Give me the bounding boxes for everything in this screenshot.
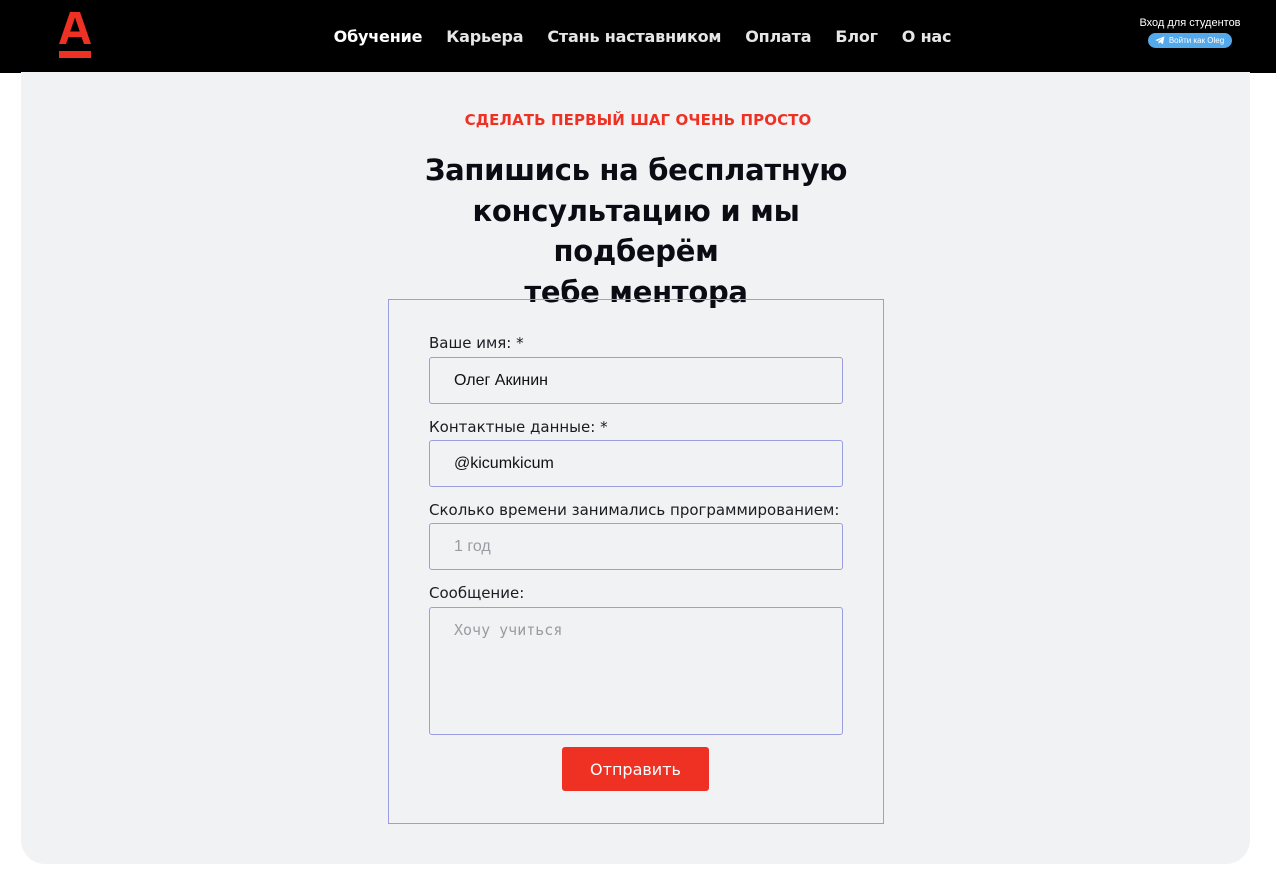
section-kicker: СДЕЛАТЬ ПЕРВЫЙ ШАГ ОЧЕНЬ ПРОСТО [464,111,812,129]
name-label: Ваше имя: * [429,334,524,352]
experience-label: Сколько времени занимались программирова… [429,501,840,519]
nav-item-payment[interactable]: Оплата [745,27,811,46]
section-heading: Запишись на бесплатную консультацию и мы… [388,150,884,312]
consultation-form: Ваше имя: * Олег Акинин Контактные данны… [388,299,884,824]
experience-input[interactable]: 1 год [429,523,843,570]
nav-item-career[interactable]: Карьера [446,27,523,46]
contact-label: Контактные данные: * [429,418,608,436]
heading-line: консультацию и мы подберём [472,193,800,269]
name-input[interactable]: Олег Акинин [429,357,843,404]
heading-line: Запишись на бесплатную [424,153,848,187]
nav-item-become-mentor[interactable]: Стань наставником [547,27,721,46]
contact-input[interactable]: @kicumkicum [429,440,843,487]
telegram-login-label: Войти как Oleg [1168,36,1225,45]
student-login-title[interactable]: Вход для студентов [1130,16,1250,30]
nav-item-learning[interactable]: Обучение [334,27,423,46]
message-label: Сообщение: [429,584,525,602]
nav-item-blog[interactable]: Блог [835,27,878,46]
submit-button[interactable]: Отправить [562,747,709,791]
telegram-icon [1155,36,1165,45]
nav-item-about[interactable]: О нас [902,27,952,46]
top-navigation-bar: Обучение Карьера Стань наставником Оплат… [0,0,1276,73]
student-login: Вход для студентов Войти как Oleg [1130,16,1250,50]
main-nav: Обучение Карьера Стань наставником Оплат… [0,0,1276,73]
message-textarea[interactable]: Хочу учиться [429,607,843,735]
telegram-login-button[interactable]: Войти как Oleg [1147,33,1233,48]
